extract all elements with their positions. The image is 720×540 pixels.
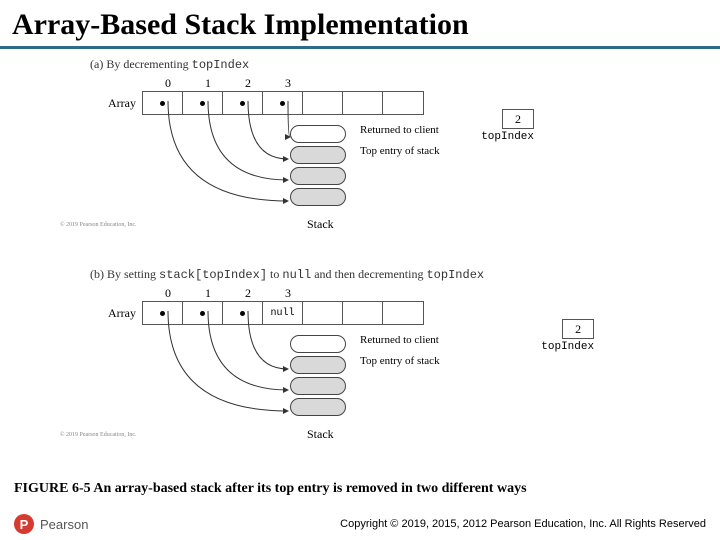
reference-dot	[200, 311, 205, 316]
pearson-logo-icon: P	[14, 514, 34, 534]
array-cells-a	[142, 91, 424, 115]
topindex-label: topIndex	[481, 131, 534, 143]
index-1: 1	[188, 286, 228, 301]
label-topentry: Top entry of stack	[360, 145, 440, 157]
subfig-a-caption: (a) By decrementing topIndex	[90, 57, 424, 72]
brand-name: Pearson	[40, 517, 88, 532]
reference-dot	[160, 101, 165, 106]
reference-dot	[240, 101, 245, 106]
fineprint: © 2019 Pearson Education, Inc.	[60, 432, 137, 438]
stack-slot	[290, 188, 346, 206]
reference-dot	[200, 101, 205, 106]
page-title: Array-Based Stack Implementation	[0, 0, 720, 49]
index-0: 0	[148, 76, 188, 91]
null-text: null	[270, 308, 294, 319]
subfig-b-caption-prefix: (b) By setting	[90, 267, 159, 281]
subfig-b-suffix: and then decrementing	[311, 267, 426, 281]
cell-b-0	[143, 302, 183, 324]
subfig-a-caption-mono: topIndex	[192, 58, 250, 72]
topindex-value: 2	[562, 319, 594, 339]
stack-column-a	[290, 125, 346, 209]
label-stack: Stack	[307, 427, 334, 442]
topindex-label: topIndex	[541, 341, 594, 353]
stack-column-b	[290, 335, 346, 419]
figure-diagram: (a) By decrementing topIndex 0 1 2 3 Arr…	[0, 49, 720, 479]
cell-a-5	[343, 92, 383, 114]
stack-slot	[290, 146, 346, 164]
array-label: Array	[90, 306, 142, 321]
topindex-box-a: 2 topIndex	[481, 109, 534, 143]
subfig-b-mid: to	[267, 267, 282, 281]
cell-a-6	[383, 92, 423, 114]
cell-a-3	[263, 92, 303, 114]
cell-b-3: null	[263, 302, 303, 324]
subfigure-a: (a) By decrementing topIndex 0 1 2 3 Arr…	[90, 57, 424, 115]
cell-a-0	[143, 92, 183, 114]
cell-b-4	[303, 302, 343, 324]
figure-caption: FIGURE 6-5 An array-based stack after it…	[0, 479, 720, 499]
footer: P Pearson Copyright © 2019, 2015, 2012 P…	[0, 514, 720, 534]
index-3: 3	[268, 76, 308, 91]
cell-b-1	[183, 302, 223, 324]
cell-b-6	[383, 302, 423, 324]
index-2: 2	[228, 286, 268, 301]
cell-a-4	[303, 92, 343, 114]
fineprint: © 2019 Pearson Education, Inc.	[60, 222, 137, 228]
array-row-a: Array 2 topIndex	[90, 91, 424, 115]
subfig-b-mono3: topIndex	[426, 268, 484, 282]
stack-slot	[290, 167, 346, 185]
label-returned: Returned to client	[360, 124, 439, 136]
subfig-b-mono1: stack[topIndex]	[159, 268, 267, 282]
array-row-b: Array null 2 topIndex	[90, 301, 484, 325]
stack-slot	[290, 356, 346, 374]
stack-slot	[290, 377, 346, 395]
array-label: Array	[90, 96, 142, 111]
index-0: 0	[148, 286, 188, 301]
stack-slot-returned	[290, 125, 346, 143]
stack-slot-returned	[290, 335, 346, 353]
subfig-a-caption-prefix: (a) By decrementing	[90, 57, 192, 71]
reference-dot	[280, 101, 285, 106]
label-stack: Stack	[307, 217, 334, 232]
cell-a-1	[183, 92, 223, 114]
label-returned: Returned to client	[360, 334, 439, 346]
reference-dot	[160, 311, 165, 316]
cell-b-2	[223, 302, 263, 324]
array-indices-a: 0 1 2 3	[148, 76, 424, 91]
index-3: 3	[268, 286, 308, 301]
reference-dot	[240, 311, 245, 316]
index-1: 1	[188, 76, 228, 91]
subfig-b-caption: (b) By setting stack[topIndex] to null a…	[90, 267, 484, 282]
array-cells-b: null	[142, 301, 424, 325]
array-indices-b: 0 1 2 3	[148, 286, 484, 301]
cell-b-5	[343, 302, 383, 324]
cell-a-2	[223, 92, 263, 114]
index-2: 2	[228, 76, 268, 91]
label-topentry: Top entry of stack	[360, 355, 440, 367]
topindex-box-b: 2 topIndex	[541, 319, 594, 353]
stack-slot	[290, 398, 346, 416]
topindex-value: 2	[502, 109, 534, 129]
subfigure-b: (b) By setting stack[topIndex] to null a…	[90, 267, 484, 325]
subfig-b-mono2: null	[282, 268, 311, 282]
copyright-text: Copyright © 2019, 2015, 2012 Pearson Edu…	[340, 518, 706, 530]
